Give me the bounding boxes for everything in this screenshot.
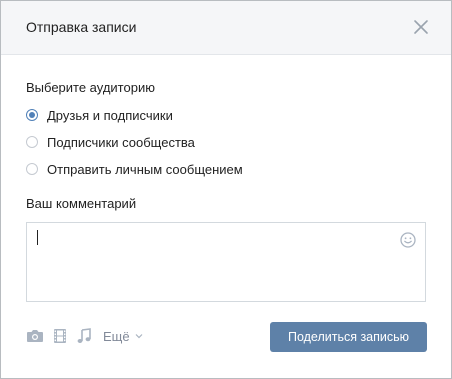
comment-input[interactable]	[26, 222, 426, 302]
video-icon[interactable]	[53, 328, 67, 344]
audience-label: Выберите аудиторию	[26, 80, 155, 95]
camera-icon[interactable]	[26, 328, 44, 344]
text-caret	[37, 230, 38, 245]
share-dialog: Отправка записи Выберите аудиторию Друзь…	[0, 0, 452, 379]
close-icon[interactable]	[411, 17, 431, 37]
chevron-down-icon	[135, 334, 143, 339]
radio-label: Отправить личным сообщением	[47, 161, 243, 177]
more-dropdown[interactable]: Ещё	[103, 329, 143, 344]
dialog-header: Отправка записи	[1, 1, 451, 55]
radio-private-message[interactable]: Отправить личным сообщением	[26, 160, 243, 178]
radio-button[interactable]	[26, 136, 38, 148]
dialog-title: Отправка записи	[26, 19, 137, 35]
share-post-button[interactable]: Поделиться записью	[270, 322, 427, 352]
comment-label: Ваш комментарий	[26, 196, 137, 211]
radio-label: Друзья и подписчики	[47, 107, 173, 123]
attachment-toolbar: Ещё	[26, 326, 143, 346]
radio-button[interactable]	[26, 163, 38, 175]
radio-label: Подписчики сообщества	[47, 134, 195, 150]
radio-community-followers[interactable]: Подписчики сообщества	[26, 133, 195, 151]
more-label: Ещё	[103, 328, 130, 344]
emoji-icon[interactable]	[400, 232, 416, 248]
radio-friends-followers[interactable]: Друзья и подписчики	[26, 106, 173, 124]
music-icon[interactable]	[76, 328, 92, 344]
radio-button[interactable]	[26, 109, 38, 121]
